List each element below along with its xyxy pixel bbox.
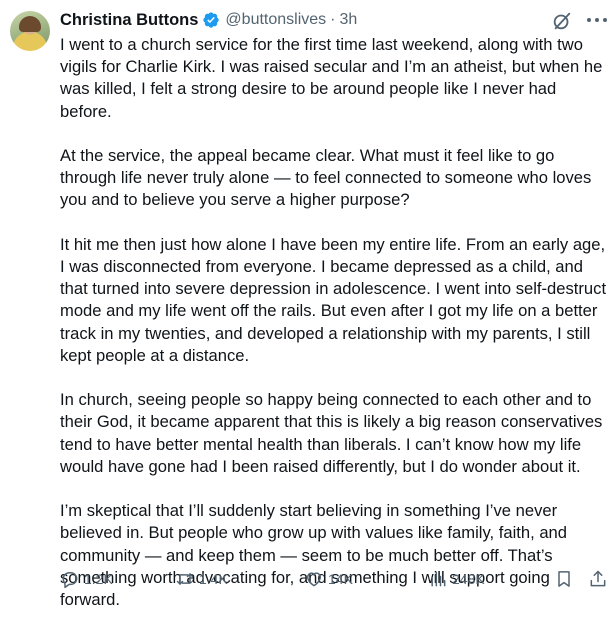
repost-icon <box>176 573 194 585</box>
like-button[interactable]: 14K <box>304 567 353 591</box>
repost-button[interactable]: 1.4K <box>175 567 228 591</box>
author-name[interactable]: Christina Buttons <box>60 11 198 30</box>
views-icon <box>431 571 446 587</box>
like-icon <box>307 572 321 587</box>
tweet-text: I went to a church service for the first… <box>60 34 608 633</box>
paragraph: It hit me then just how alone I have bee… <box>60 234 607 365</box>
tweet-header: Christina Buttons @buttonslives · 3h <box>60 9 357 31</box>
paragraph: At the service, the appeal became clear.… <box>60 146 592 210</box>
separator-dot: · <box>330 11 336 28</box>
paragraph: I went to a church service for the first… <box>60 35 603 121</box>
views-button[interactable]: 248K <box>428 567 485 591</box>
share-icon <box>590 570 606 587</box>
reply-count: 1.2K <box>84 571 113 587</box>
bookmark-icon <box>558 571 570 587</box>
action-bar: 1.2K 1.4K 14K 248K <box>60 567 610 591</box>
paragraph: In church, seeing people so happy being … <box>60 390 603 476</box>
more-icon[interactable] <box>584 9 610 31</box>
repost-count: 1.4K <box>199 571 228 587</box>
grok-icon[interactable] <box>551 10 573 32</box>
reply-button[interactable]: 1.2K <box>60 567 113 591</box>
share-button[interactable] <box>588 567 608 591</box>
timestamp[interactable]: 3h <box>339 11 357 29</box>
avatar[interactable] <box>10 11 50 51</box>
bookmark-button[interactable] <box>554 567 574 591</box>
like-count: 14K <box>328 571 353 587</box>
view-count: 248K <box>452 571 485 587</box>
tweet: Christina Buttons @buttonslives · 3h I w… <box>0 0 614 609</box>
verified-badge-icon <box>203 12 220 28</box>
author-handle[interactable]: @buttonslives <box>225 11 326 29</box>
reply-icon <box>62 572 78 589</box>
paragraph: I’m skeptical that I’ll suddenly start b… <box>60 501 568 610</box>
